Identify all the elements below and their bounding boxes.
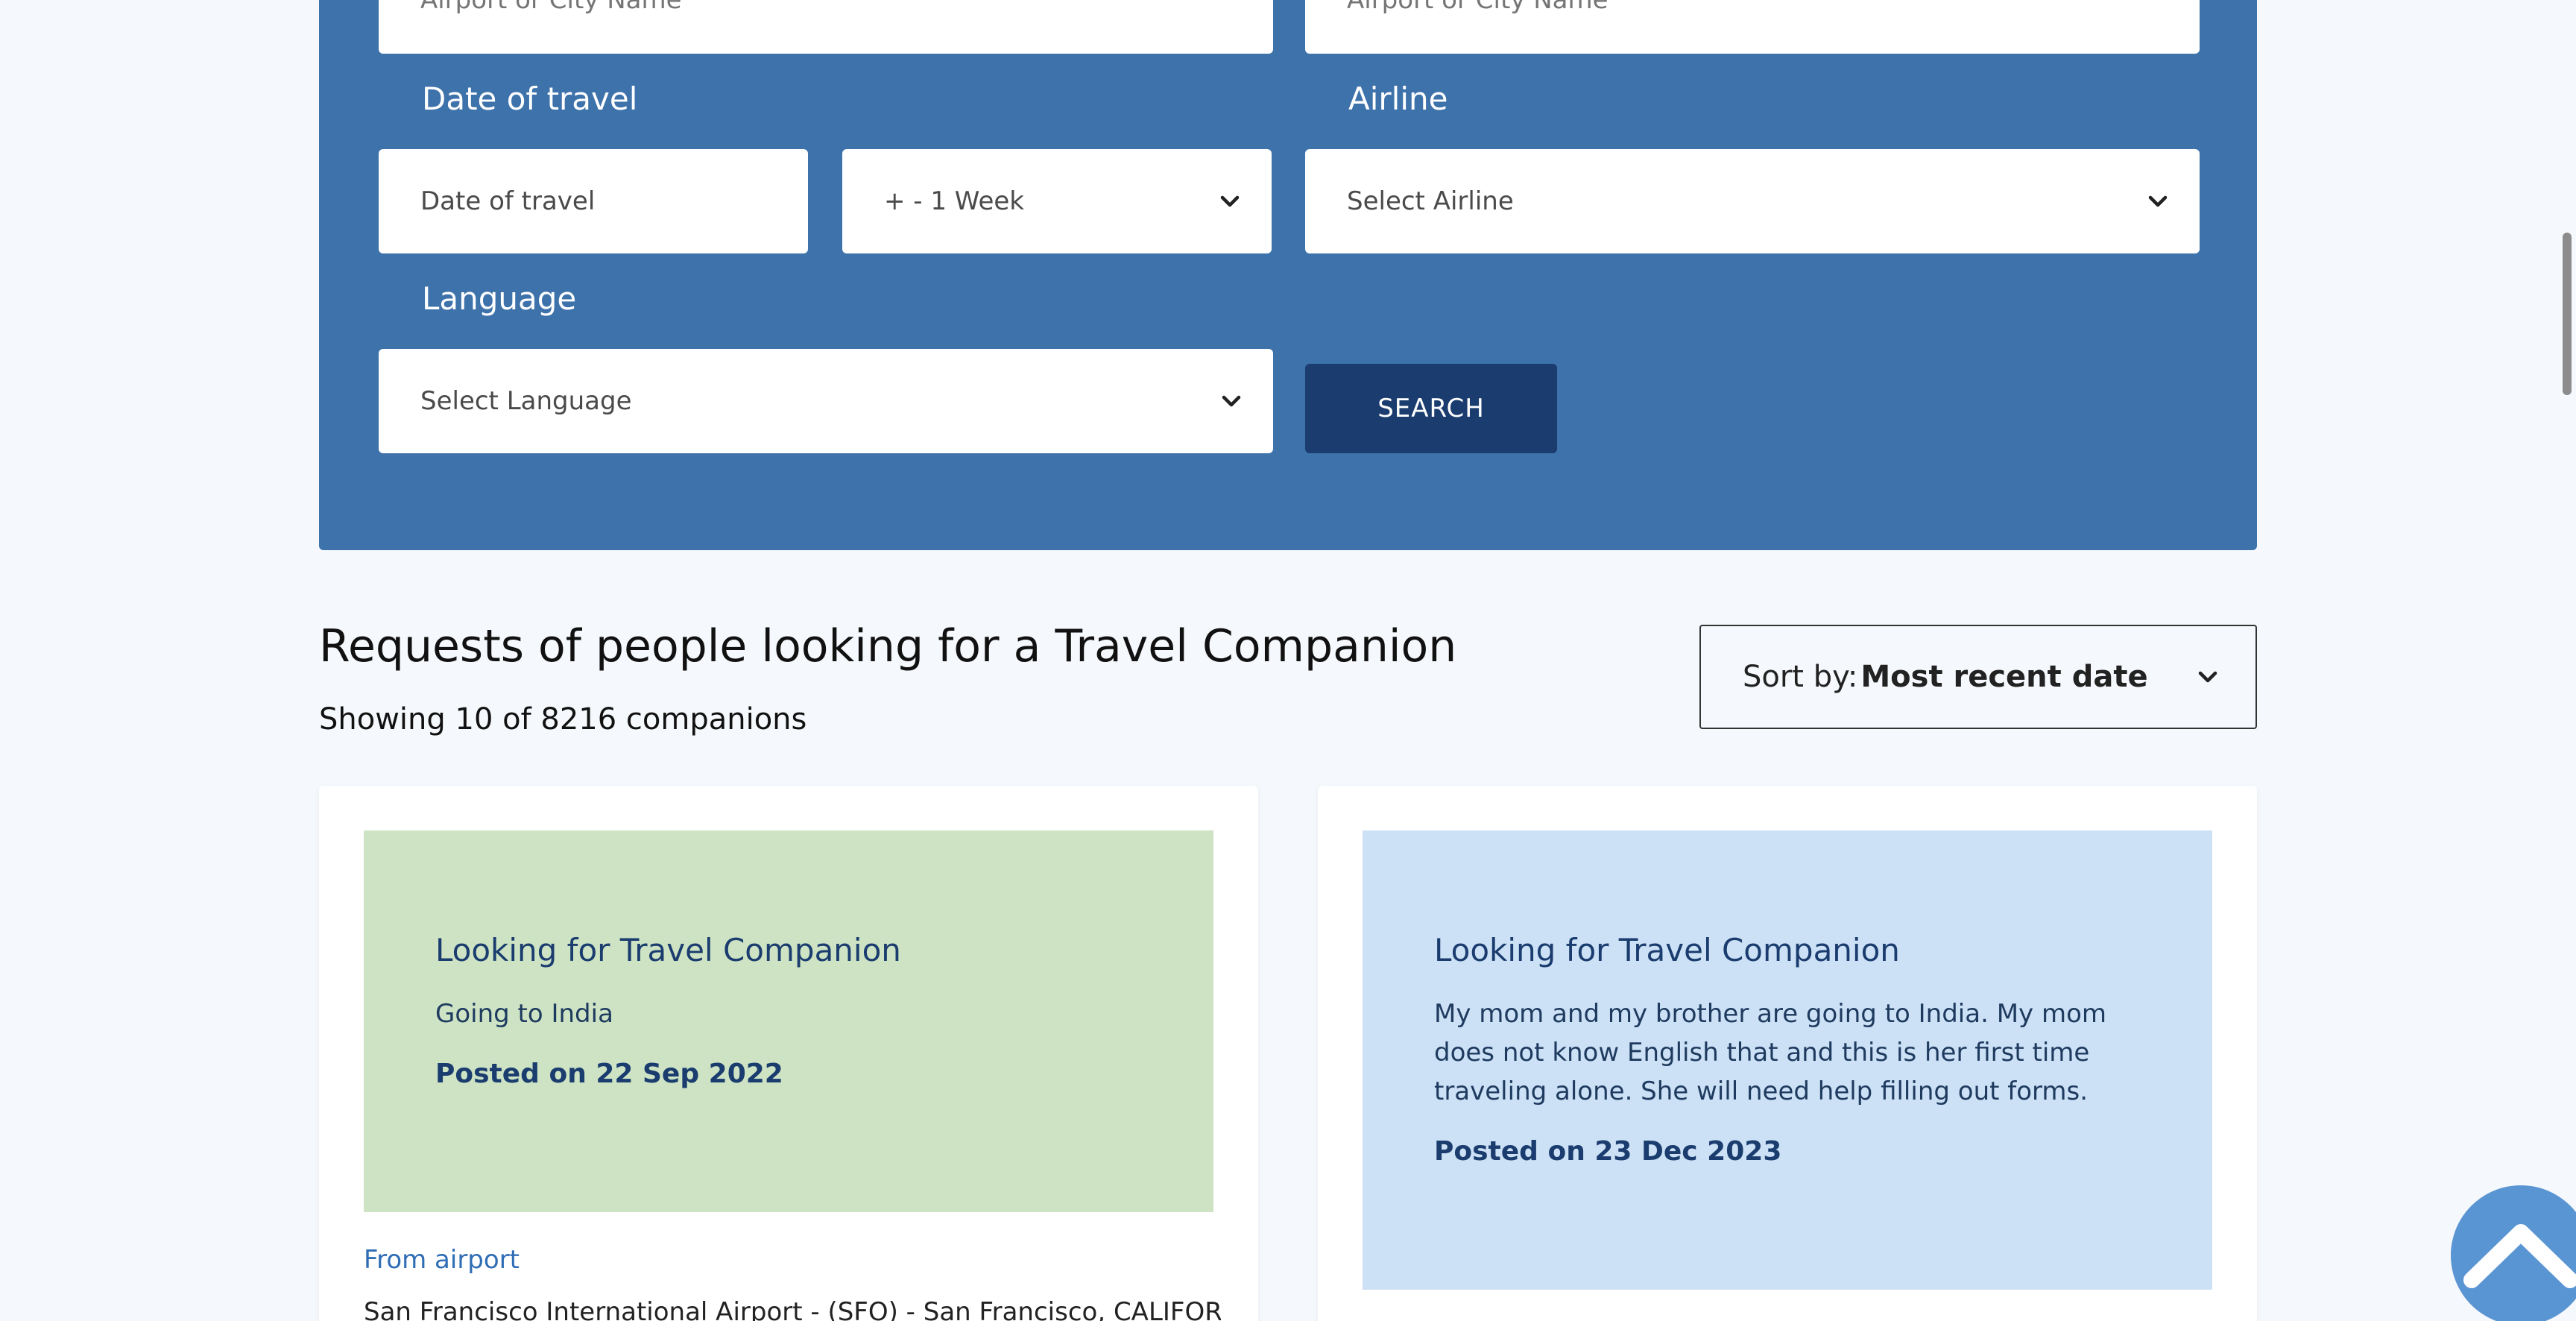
date-flex-value: + - 1 Week [884, 186, 1024, 216]
card-from-label: From airport [364, 1245, 520, 1275]
arrow-up-icon [2461, 1222, 2576, 1289]
airline-label: Airline [1348, 81, 1448, 117]
language-value: Select Language [420, 386, 632, 416]
card-highlight: Looking for Travel Companion My mom and … [1363, 830, 2212, 1290]
airline-value: Select Airline [1347, 186, 1514, 216]
search-button[interactable]: SEARCH [1305, 364, 1557, 453]
date-input[interactable]: Date of travel [379, 149, 808, 253]
to-airport-input[interactable] [1305, 0, 2200, 54]
from-airport-input[interactable] [379, 0, 1273, 54]
sort-select[interactable]: Sort by: Most recent date [1699, 625, 2257, 729]
chevron-down-icon [1215, 186, 1245, 216]
card-posted-date: Posted on 23 Dec 2023 [1434, 1136, 1782, 1167]
card-heading: Looking for Travel Companion [435, 932, 901, 968]
language-select[interactable]: Select Language [379, 349, 1273, 453]
chevron-down-icon [2143, 186, 2173, 216]
search-panel: Date of travel Airline Date of travel + … [319, 0, 2257, 550]
card-posted-date: Posted on 22 Sep 2022 [435, 1059, 783, 1089]
card-body: Going to India [435, 999, 613, 1029]
card-from-value: San Francisco International Airport - (S… [364, 1297, 1221, 1321]
companion-card[interactable]: Looking for Travel Companion Going to In… [319, 786, 1258, 1321]
page: Date of travel Airline Date of travel + … [0, 0, 2576, 1321]
card-highlight: Looking for Travel Companion Going to In… [364, 830, 1213, 1212]
companion-card[interactable]: Looking for Travel Companion My mom and … [1318, 786, 2257, 1321]
results-count: Showing 10 of 8216 companions [319, 702, 807, 737]
scroll-to-top-button[interactable] [2451, 1185, 2576, 1321]
language-label: Language [422, 280, 577, 317]
date-label: Date of travel [422, 81, 638, 117]
chevron-down-icon [2193, 662, 2223, 692]
chevron-down-icon [1216, 386, 1246, 416]
sort-prefix: Sort by: [1743, 660, 1858, 694]
card-heading: Looking for Travel Companion [1434, 932, 1900, 968]
scrollbar-thumb[interactable] [2563, 233, 2572, 395]
date-placeholder: Date of travel [420, 186, 596, 216]
card-body: My mom and my brother are going to India… [1434, 999, 2106, 1106]
results-title: Requests of people looking for a Travel … [319, 620, 1457, 672]
sort-value: Most recent date [1860, 660, 2148, 694]
date-flex-select[interactable]: + - 1 Week [842, 149, 1272, 253]
airline-select[interactable]: Select Airline [1305, 149, 2200, 253]
